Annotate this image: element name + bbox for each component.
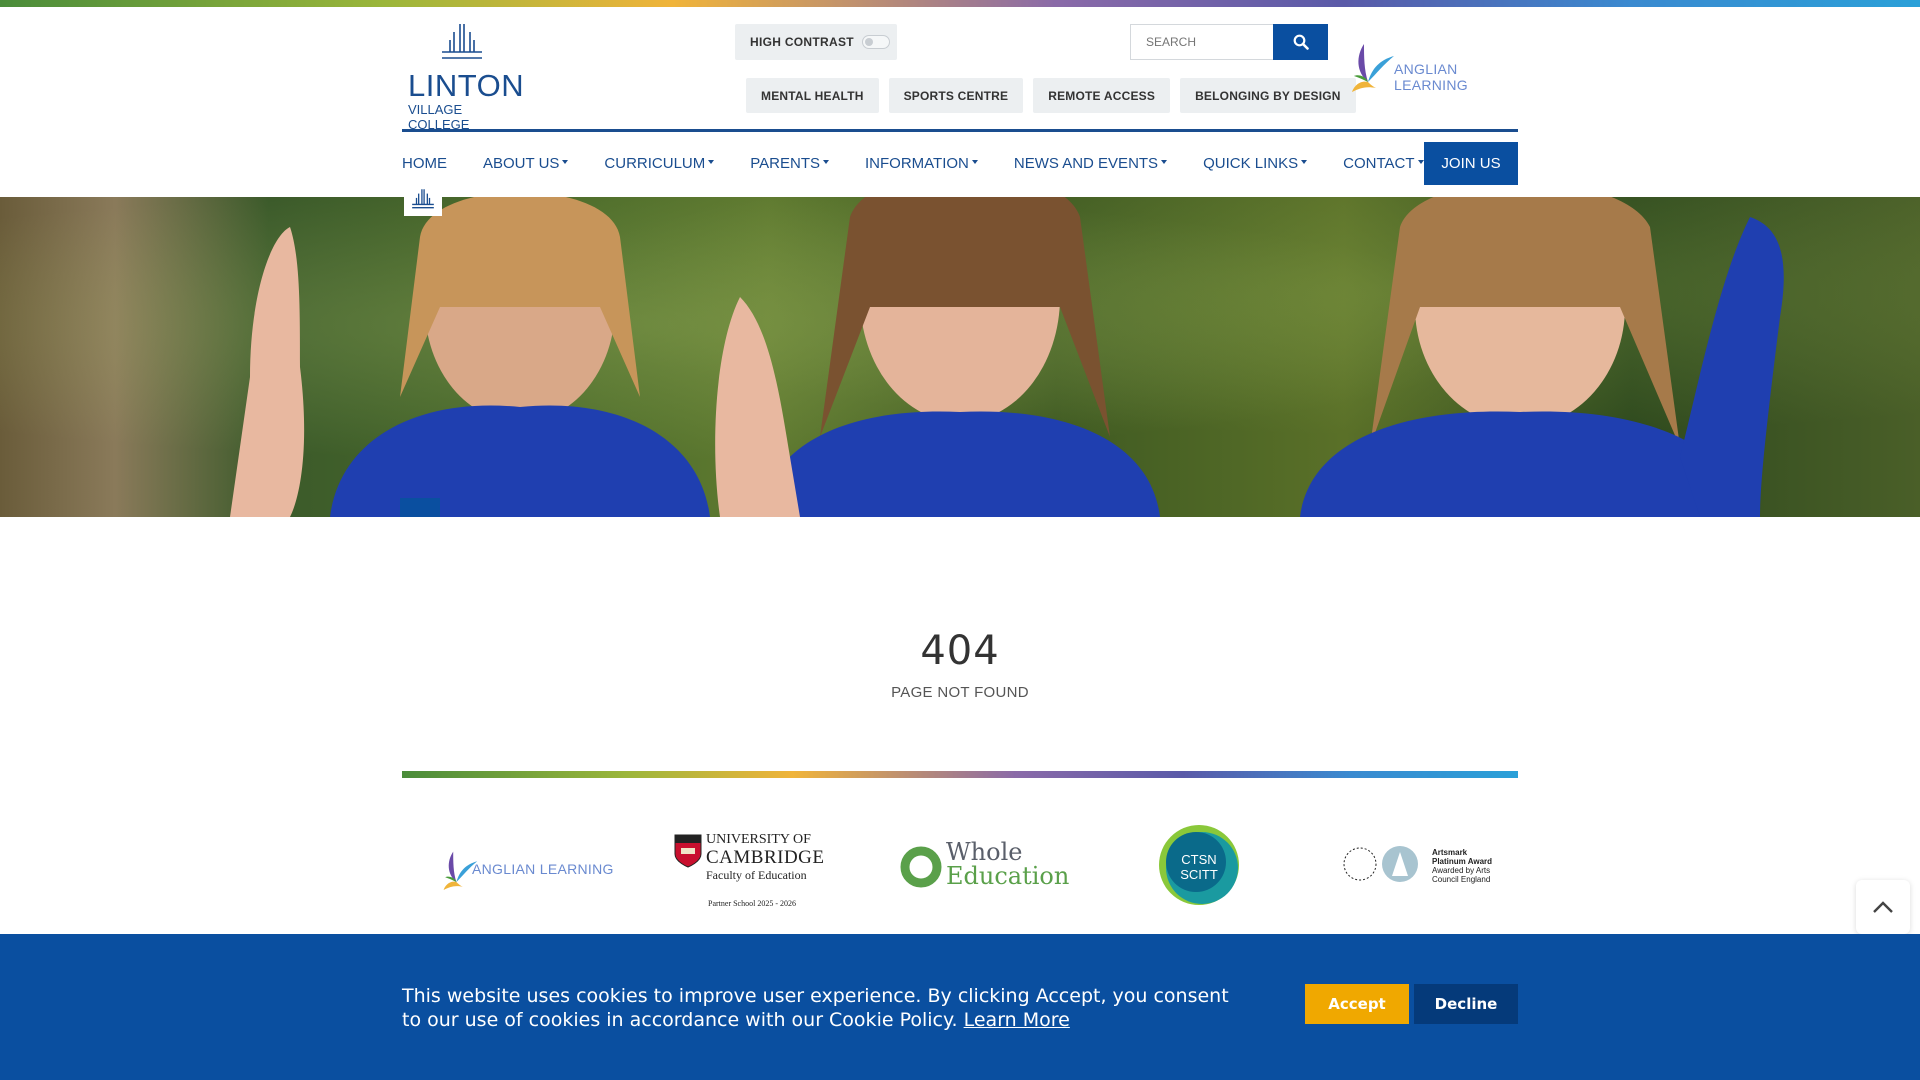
ctsn-scitt-partner-logo[interactable]: CTSN SCITT bbox=[1158, 824, 1240, 906]
hero-students-illustration bbox=[230, 197, 1784, 517]
decline-button[interactable]: Decline bbox=[1414, 984, 1518, 1024]
nav-home-label: HOME bbox=[402, 155, 447, 172]
whole-education-line-2: Education bbox=[946, 862, 1070, 890]
cookie-banner: This website uses cookies to improve use… bbox=[0, 934, 1920, 1080]
whole-education-partner-logo[interactable]: Whole Education bbox=[898, 838, 1069, 898]
cambridge-crest-icon bbox=[674, 834, 702, 868]
mental-health-button[interactable]: MENTAL HEALTH bbox=[746, 78, 879, 113]
anglian-learning-partner-text: ANGLIAN LEARNING bbox=[472, 861, 614, 877]
nav-about-us-label: ABOUT US bbox=[483, 155, 560, 172]
hero-slide-indicator[interactable] bbox=[400, 498, 440, 517]
nav-information-label: INFORMATION bbox=[864, 155, 969, 172]
logo-subtitle: VILLAGE COLLEGE bbox=[408, 102, 470, 132]
nav-parents[interactable]: PARENTS bbox=[750, 155, 829, 172]
nav-contact[interactable]: CONTACT bbox=[1343, 155, 1424, 172]
nav-news-and-events-label: NEWS AND EVENTS bbox=[1013, 155, 1159, 172]
nav-curriculum-label: CURRICULUM bbox=[604, 155, 706, 172]
quick-links-bar: MENTAL HEALTH SPORTS CENTRE REMOTE ACCES… bbox=[746, 78, 1356, 113]
cambridge-line-3: Faculty of Education bbox=[706, 868, 807, 882]
ctsn-line-1: CTSN bbox=[1181, 852, 1217, 867]
artsmark-line-1: Artsmark bbox=[1432, 848, 1468, 857]
belonging-by-design-button[interactable]: BELONGING BY DESIGN bbox=[1180, 78, 1356, 113]
artsmark-line-2: Platinum Award bbox=[1432, 857, 1493, 866]
nav-information[interactable]: INFORMATION bbox=[865, 155, 978, 172]
college-logo-icon bbox=[412, 189, 434, 209]
ctsn-line-2: SCITT bbox=[1180, 867, 1218, 882]
search-icon bbox=[1293, 34, 1309, 50]
cambridge-line-2: CAMBRIDGE bbox=[706, 847, 825, 868]
nav-contact-label: CONTACT bbox=[1343, 155, 1415, 172]
search-input[interactable] bbox=[1130, 24, 1273, 60]
whole-education-ring-icon bbox=[900, 846, 942, 888]
caret-down-icon bbox=[708, 160, 715, 164]
ctsn-scitt-text: CTSN SCITT bbox=[1158, 852, 1240, 882]
partner-logos: ANGLIAN LEARNING UNIVERSITY OF CAMBRIDGE… bbox=[402, 820, 1518, 910]
sports-centre-button[interactable]: SPORTS CENTRE bbox=[888, 78, 1024, 113]
hero-college-logo bbox=[404, 182, 442, 216]
footer-gradient-stripe bbox=[402, 771, 1518, 778]
nav-news-and-events[interactable]: NEWS AND EVENTS bbox=[1013, 155, 1168, 172]
remote-access-button[interactable]: REMOTE ACCESS bbox=[1033, 78, 1171, 113]
hero-banner-image bbox=[0, 197, 1920, 517]
artsmark-line-3: Awarded by Arts bbox=[1432, 866, 1491, 875]
cambridge-partner-logo[interactable]: UNIVERSITY OF CAMBRIDGE Faculty of Educa… bbox=[674, 832, 834, 908]
high-contrast-toggle[interactable]: HIGH CONTRAST bbox=[735, 24, 897, 60]
logo-title: LINTON bbox=[408, 68, 525, 103]
nav-divider bbox=[402, 129, 1518, 132]
anglian-learning-icon bbox=[1352, 44, 1394, 92]
nav-about-us[interactable]: ABOUT US bbox=[483, 155, 569, 172]
nav-quick-links[interactable]: QUICK LINKS bbox=[1203, 155, 1308, 172]
nav-curriculum[interactable]: CURRICULUM bbox=[604, 155, 715, 172]
anglian-learning-text: ANGLIAN LEARNING bbox=[1394, 61, 1468, 93]
caret-down-icon bbox=[971, 160, 978, 164]
artsmark-partner-logo[interactable]: Artsmark Platinum Award Awarded by Arts … bbox=[1342, 844, 1502, 888]
arts-council-icon bbox=[1343, 846, 1418, 882]
caret-down-icon bbox=[822, 160, 829, 164]
high-contrast-label: HIGH CONTRAST bbox=[750, 35, 854, 49]
learn-more-link[interactable]: Learn More bbox=[964, 1009, 1070, 1031]
college-logo-icon bbox=[442, 24, 482, 59]
anglian-learning-logo[interactable]: ANGLIAN LEARNING bbox=[1350, 30, 1520, 94]
main-navigation: HOME ABOUT US CURRICULUM PARENTS INFORMA… bbox=[402, 142, 1518, 185]
search-button[interactable] bbox=[1273, 24, 1328, 60]
college-logo[interactable]: LINTON VILLAGE COLLEGE bbox=[402, 22, 524, 132]
cookie-message: This website uses cookies to improve use… bbox=[402, 984, 1242, 1032]
join-us-button[interactable]: JOIN US bbox=[1424, 142, 1518, 185]
nav-quick-links-label: QUICK LINKS bbox=[1203, 155, 1299, 172]
artsmark-text: Artsmark Platinum Award Awarded by Arts … bbox=[1432, 848, 1492, 884]
cookie-text: This website uses cookies to improve use… bbox=[402, 985, 1229, 1031]
nav-home[interactable]: HOME bbox=[402, 155, 447, 172]
top-gradient-stripe bbox=[0, 0, 1920, 7]
accept-button[interactable]: Accept bbox=[1305, 984, 1409, 1024]
anglian-learning-partner-logo[interactable]: ANGLIAN LEARNING bbox=[442, 832, 622, 902]
caret-down-icon bbox=[1301, 160, 1308, 164]
error-code: 404 bbox=[920, 628, 1000, 674]
caret-down-icon bbox=[1161, 160, 1168, 164]
chevron-up-icon bbox=[1873, 901, 1893, 913]
artsmark-line-4: Council England bbox=[1432, 875, 1491, 884]
toggle-switch[interactable] bbox=[861, 35, 890, 49]
caret-down-icon bbox=[562, 160, 569, 164]
caret-down-icon bbox=[1417, 160, 1424, 164]
cambridge-line-1: UNIVERSITY OF bbox=[706, 832, 811, 847]
nav-parents-label: PARENTS bbox=[750, 155, 820, 172]
error-message: PAGE NOT FOUND bbox=[891, 684, 1029, 701]
cambridge-line-4: Partner School 2025 - 2026 bbox=[708, 899, 796, 908]
scroll-to-top-button[interactable] bbox=[1856, 880, 1910, 934]
